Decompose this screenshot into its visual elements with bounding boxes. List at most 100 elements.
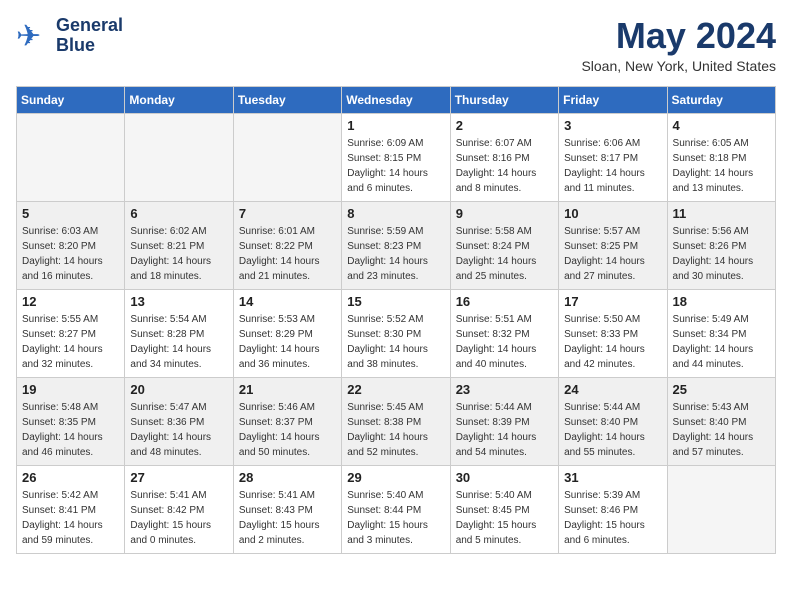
day-info: Sunrise: 5:39 AMSunset: 8:46 PMDaylight:… (564, 488, 661, 548)
day-number: 25 (673, 382, 770, 397)
day-number: 6 (130, 206, 227, 221)
day-number: 2 (456, 118, 553, 133)
weekday-header-thursday: Thursday (450, 86, 558, 113)
calendar-cell: 1Sunrise: 6:09 AMSunset: 8:15 PMDaylight… (342, 113, 450, 201)
day-info: Sunrise: 5:56 AMSunset: 8:26 PMDaylight:… (673, 224, 770, 284)
day-number: 3 (564, 118, 661, 133)
svg-text:✈: ✈ (16, 20, 41, 53)
calendar-cell: 17 Sunrise: 5:50 AMSunset: 8:33 PMDayligh… (559, 289, 667, 377)
day-number: 18 (673, 294, 770, 309)
calendar-cell: 28 Sunrise: 5:41 AMSunset: 8:43 PMDayligh… (233, 465, 341, 553)
day-number: 28 (239, 470, 336, 485)
calendar-cell: 23 Sunrise: 5:44 AMSunset: 8:39 PMDayligh… (450, 377, 558, 465)
calendar-cell: 26 Sunrise: 5:42 AMSunset: 8:41 PMDayligh… (17, 465, 125, 553)
day-info: Sunrise: 5:58 AMSunset: 8:24 PMDaylight:… (456, 224, 553, 284)
weekday-header-friday: Friday (559, 86, 667, 113)
calendar-cell: 8Sunrise: 5:59 AMSunset: 8:23 PMDaylight… (342, 201, 450, 289)
day-number: 26 (22, 470, 119, 485)
title-block: May 2024 Sloan, New York, United States (581, 16, 776, 74)
calendar-cell: 20 Sunrise: 5:47 AMSunset: 8:36 PMDayligh… (125, 377, 233, 465)
weekday-header-row: SundayMondayTuesdayWednesdayThursdayFrid… (17, 86, 776, 113)
day-info: Sunrise: 6:05 AMSunset: 8:18 PMDaylight:… (673, 136, 770, 196)
calendar-week-row: 12Sunrise: 5:55 AMSunset: 8:27 PMDayligh… (17, 289, 776, 377)
weekday-header-wednesday: Wednesday (342, 86, 450, 113)
month-title: May 2024 (581, 16, 776, 56)
calendar-cell: 12Sunrise: 5:55 AMSunset: 8:27 PMDayligh… (17, 289, 125, 377)
day-info: Sunrise: 5:46 AMSunset: 8:37 PMDaylight:… (239, 400, 336, 460)
calendar-cell: 9 Sunrise: 5:58 AMSunset: 8:24 PMDaylight… (450, 201, 558, 289)
day-number: 5 (22, 206, 119, 221)
calendar-cell: 30 Sunrise: 5:40 AMSunset: 8:45 PMDayligh… (450, 465, 558, 553)
day-number: 21 (239, 382, 336, 397)
calendar-cell (125, 113, 233, 201)
day-number: 24 (564, 382, 661, 397)
day-info: Sunrise: 5:51 AMSunset: 8:32 PMDaylight:… (456, 312, 553, 372)
day-number: 13 (130, 294, 227, 309)
calendar-cell: 29Sunrise: 5:40 AMSunset: 8:44 PMDayligh… (342, 465, 450, 553)
day-number: 20 (130, 382, 227, 397)
weekday-header-sunday: Sunday (17, 86, 125, 113)
day-info: Sunrise: 5:48 AMSunset: 8:35 PMDaylight:… (22, 400, 119, 460)
calendar-week-row: 5 Sunrise: 6:03 AMSunset: 8:20 PMDaylight… (17, 201, 776, 289)
day-number: 22 (347, 382, 444, 397)
calendar-cell: 13 Sunrise: 5:54 AMSunset: 8:28 PMDayligh… (125, 289, 233, 377)
calendar-cell: 3 Sunrise: 6:06 AMSunset: 8:17 PMDaylight… (559, 113, 667, 201)
day-number: 17 (564, 294, 661, 309)
day-number: 27 (130, 470, 227, 485)
day-number: 11 (673, 206, 770, 221)
day-number: 30 (456, 470, 553, 485)
day-number: 15 (347, 294, 444, 309)
weekday-header-saturday: Saturday (667, 86, 775, 113)
day-number: 9 (456, 206, 553, 221)
day-info: Sunrise: 5:54 AMSunset: 8:28 PMDaylight:… (130, 312, 227, 372)
day-number: 16 (456, 294, 553, 309)
calendar-cell: 19 Sunrise: 5:48 AMSunset: 8:35 PMDayligh… (17, 377, 125, 465)
day-info: Sunrise: 5:42 AMSunset: 8:41 PMDaylight:… (22, 488, 119, 548)
day-info: Sunrise: 6:02 AMSunset: 8:21 PMDaylight:… (130, 224, 227, 284)
calendar-cell: 22 Sunrise: 5:45 AMSunset: 8:38 PMDayligh… (342, 377, 450, 465)
location-text: Sloan, New York, United States (581, 58, 776, 74)
day-number: 23 (456, 382, 553, 397)
calendar-cell: 10Sunrise: 5:57 AMSunset: 8:25 PMDayligh… (559, 201, 667, 289)
day-info: Sunrise: 5:41 AMSunset: 8:43 PMDaylight:… (239, 488, 336, 548)
calendar-cell: 4 Sunrise: 6:05 AMSunset: 8:18 PMDaylight… (667, 113, 775, 201)
day-number: 8 (347, 206, 444, 221)
day-info: Sunrise: 5:40 AMSunset: 8:45 PMDaylight:… (456, 488, 553, 548)
calendar-week-row: 26 Sunrise: 5:42 AMSunset: 8:41 PMDayligh… (17, 465, 776, 553)
day-number: 19 (22, 382, 119, 397)
calendar-cell: 18Sunrise: 5:49 AMSunset: 8:34 PMDayligh… (667, 289, 775, 377)
calendar-cell: 7Sunrise: 6:01 AMSunset: 8:22 PMDaylight… (233, 201, 341, 289)
calendar-cell: 27Sunrise: 5:41 AMSunset: 8:42 PMDayligh… (125, 465, 233, 553)
day-info: Sunrise: 5:52 AMSunset: 8:30 PMDaylight:… (347, 312, 444, 372)
calendar-cell: 14 Sunrise: 5:53 AMSunset: 8:29 PMDayligh… (233, 289, 341, 377)
logo-text: General Blue (56, 16, 123, 56)
calendar-week-row: 19 Sunrise: 5:48 AMSunset: 8:35 PMDayligh… (17, 377, 776, 465)
day-number: 10 (564, 206, 661, 221)
calendar-cell (667, 465, 775, 553)
day-info: Sunrise: 6:03 AMSunset: 8:20 PMDaylight:… (22, 224, 119, 284)
calendar-cell (17, 113, 125, 201)
day-number: 14 (239, 294, 336, 309)
day-info: Sunrise: 6:09 AMSunset: 8:15 PMDaylight:… (347, 136, 444, 196)
day-info: Sunrise: 5:47 AMSunset: 8:36 PMDaylight:… (130, 400, 227, 460)
calendar-cell: 31 Sunrise: 5:39 AMSunset: 8:46 PMDayligh… (559, 465, 667, 553)
day-info: Sunrise: 5:53 AMSunset: 8:29 PMDaylight:… (239, 312, 336, 372)
day-number: 31 (564, 470, 661, 485)
calendar-week-row: 1Sunrise: 6:09 AMSunset: 8:15 PMDaylight… (17, 113, 776, 201)
calendar-cell: 6 Sunrise: 6:02 AMSunset: 8:21 PMDaylight… (125, 201, 233, 289)
day-info: Sunrise: 5:44 AMSunset: 8:40 PMDaylight:… (564, 400, 661, 460)
calendar-cell (233, 113, 341, 201)
calendar-table: SundayMondayTuesdayWednesdayThursdayFrid… (16, 86, 776, 554)
day-info: Sunrise: 5:44 AMSunset: 8:39 PMDaylight:… (456, 400, 553, 460)
day-info: Sunrise: 6:06 AMSunset: 8:17 PMDaylight:… (564, 136, 661, 196)
day-info: Sunrise: 5:55 AMSunset: 8:27 PMDaylight:… (22, 312, 119, 372)
day-info: Sunrise: 5:45 AMSunset: 8:38 PMDaylight:… (347, 400, 444, 460)
calendar-cell: 5 Sunrise: 6:03 AMSunset: 8:20 PMDaylight… (17, 201, 125, 289)
calendar-cell: 2 Sunrise: 6:07 AMSunset: 8:16 PMDaylight… (450, 113, 558, 201)
calendar-cell: 15 Sunrise: 5:52 AMSunset: 8:30 PMDayligh… (342, 289, 450, 377)
logo: ✈ General Blue (16, 16, 123, 56)
day-info: Sunrise: 6:07 AMSunset: 8:16 PMDaylight:… (456, 136, 553, 196)
day-number: 4 (673, 118, 770, 133)
weekday-header-monday: Monday (125, 86, 233, 113)
day-info: Sunrise: 5:50 AMSunset: 8:33 PMDaylight:… (564, 312, 661, 372)
